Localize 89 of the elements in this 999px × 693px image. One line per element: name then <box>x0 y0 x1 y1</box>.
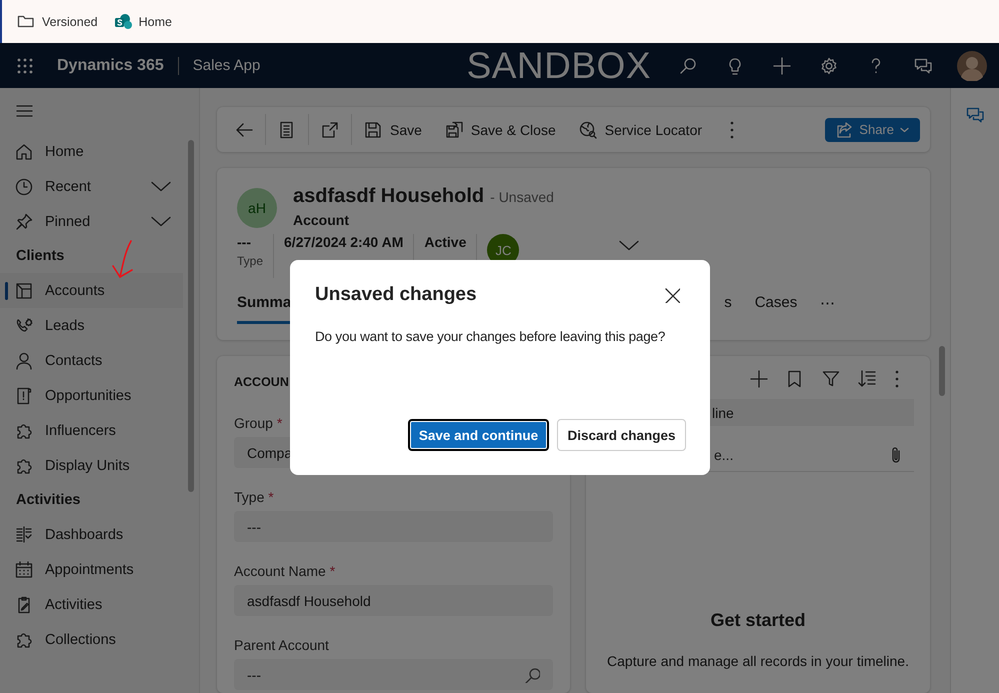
nav-item[interactable]: Display Units <box>0 448 183 483</box>
nav-item[interactable]: Leads <box>0 308 183 343</box>
product-name[interactable]: Dynamics 365 <box>57 56 179 74</box>
menu-icon[interactable] <box>16 104 33 118</box>
record-avatar: aH <box>237 188 277 228</box>
field-label: Account Name * <box>234 563 336 579</box>
puzzle-icon <box>15 630 33 648</box>
empty-title: Get started <box>709 610 807 631</box>
scrollbar[interactable] <box>188 140 194 492</box>
search-icon[interactable] <box>524 666 540 682</box>
dialog-title: Unsaved changes <box>315 284 477 306</box>
filter-icon[interactable] <box>822 370 840 388</box>
scrollbar[interactable] <box>939 346 945 396</box>
puzzle-icon <box>15 456 33 474</box>
home-icon <box>15 142 33 160</box>
dashboard-icon <box>15 526 33 544</box>
nav-item[interactable]: Dashboards <box>0 517 183 552</box>
more-icon[interactable] <box>729 120 736 138</box>
nav-item[interactable]: Contacts <box>0 343 183 378</box>
globe-search-icon <box>578 120 597 138</box>
field-value: Active <box>424 234 466 250</box>
nav-item[interactable]: Collections <box>0 622 183 657</box>
app-name[interactable]: Sales App <box>192 57 260 74</box>
user-avatar[interactable] <box>957 50 987 80</box>
field-label: Type * <box>234 489 274 505</box>
more-tabs-button[interactable]: ⋯ <box>820 294 836 324</box>
field-value: --- <box>237 234 252 250</box>
chat-icon[interactable] <box>966 106 984 124</box>
command-button[interactable]: Save & Close <box>470 122 556 138</box>
bookmark-link[interactable]: Home <box>138 14 172 28</box>
chevron-down-icon[interactable] <box>619 240 640 251</box>
environment-label: SANDBOX <box>466 44 651 86</box>
settings-icon[interactable] <box>820 56 838 74</box>
caret-icon <box>900 126 909 132</box>
note-field[interactable]: e... <box>714 446 734 462</box>
nav-item[interactable]: Activities <box>0 587 183 622</box>
bookmark-link[interactable]: Versioned <box>42 14 98 28</box>
chevron-down-icon[interactable] <box>151 181 171 192</box>
nav-item[interactable]: Opportunities <box>0 378 183 413</box>
tab[interactable]: Cases <box>754 294 798 324</box>
nav-item[interactable]: Pinned <box>0 204 183 239</box>
nav-item[interactable]: Accounts <box>0 273 183 308</box>
section-title: ACCOUN <box>234 375 289 389</box>
plus-icon[interactable] <box>750 370 768 388</box>
site-logo-icon <box>114 13 132 30</box>
field-value: 6/27/2024 2:40 AM <box>284 234 404 250</box>
search-icon[interactable] <box>679 56 697 74</box>
record-title: asdfasdf Household <box>293 185 484 208</box>
pin-icon <box>15 212 33 230</box>
puzzle-icon <box>15 422 33 440</box>
entity-name: Account <box>293 212 350 228</box>
save-icon <box>364 120 382 138</box>
discard-button[interactable]: Discard changes <box>557 419 686 451</box>
section-heading: Activities <box>16 491 80 510</box>
section-heading: Clients <box>16 247 64 266</box>
pop-out-icon[interactable] <box>321 120 339 138</box>
save-button[interactable]: Save and continue <box>408 419 549 451</box>
person-icon <box>15 352 33 370</box>
empty-text: Capture and manage all records in your timeline. <box>606 653 910 669</box>
save-close-icon <box>444 120 463 138</box>
nav-item[interactable]: Home <box>0 134 183 169</box>
app-launcher-icon[interactable] <box>17 58 33 74</box>
nav-item[interactable]: Influencers <box>0 413 183 448</box>
record-status: - Unsaved <box>490 189 554 205</box>
input-field[interactable]: --- <box>234 659 553 690</box>
input-field[interactable]: --- <box>234 511 553 542</box>
command-button[interactable]: Service Locator <box>604 122 702 138</box>
phone-gear-icon <box>15 316 33 334</box>
close-icon[interactable] <box>664 287 680 303</box>
input-field[interactable]: asdfasdf Household <box>234 585 553 616</box>
field-label: Type <box>237 254 264 268</box>
chevron-down-icon[interactable] <box>151 216 171 227</box>
building-icon <box>15 282 33 300</box>
field-label: Group * <box>234 415 282 431</box>
sort-icon[interactable] <box>858 370 876 388</box>
back-arrow-icon[interactable] <box>235 120 253 138</box>
more-icon[interactable] <box>894 370 900 388</box>
command-button[interactable]: Save <box>390 122 422 138</box>
share-icon <box>836 121 854 138</box>
tab[interactable]: s <box>724 294 732 324</box>
document-icon <box>15 386 33 404</box>
annotation-arrow <box>111 240 135 280</box>
field-label: Parent Account <box>234 637 329 653</box>
calendar-icon <box>15 560 33 578</box>
dialog-message: Do you want to save your changes before leaving this page? <box>315 329 666 344</box>
nav-item[interactable]: Recent <box>0 169 183 204</box>
nav-item[interactable]: Appointments <box>0 552 183 587</box>
share-button[interactable]: Share <box>825 118 920 142</box>
clock-icon <box>15 178 33 196</box>
